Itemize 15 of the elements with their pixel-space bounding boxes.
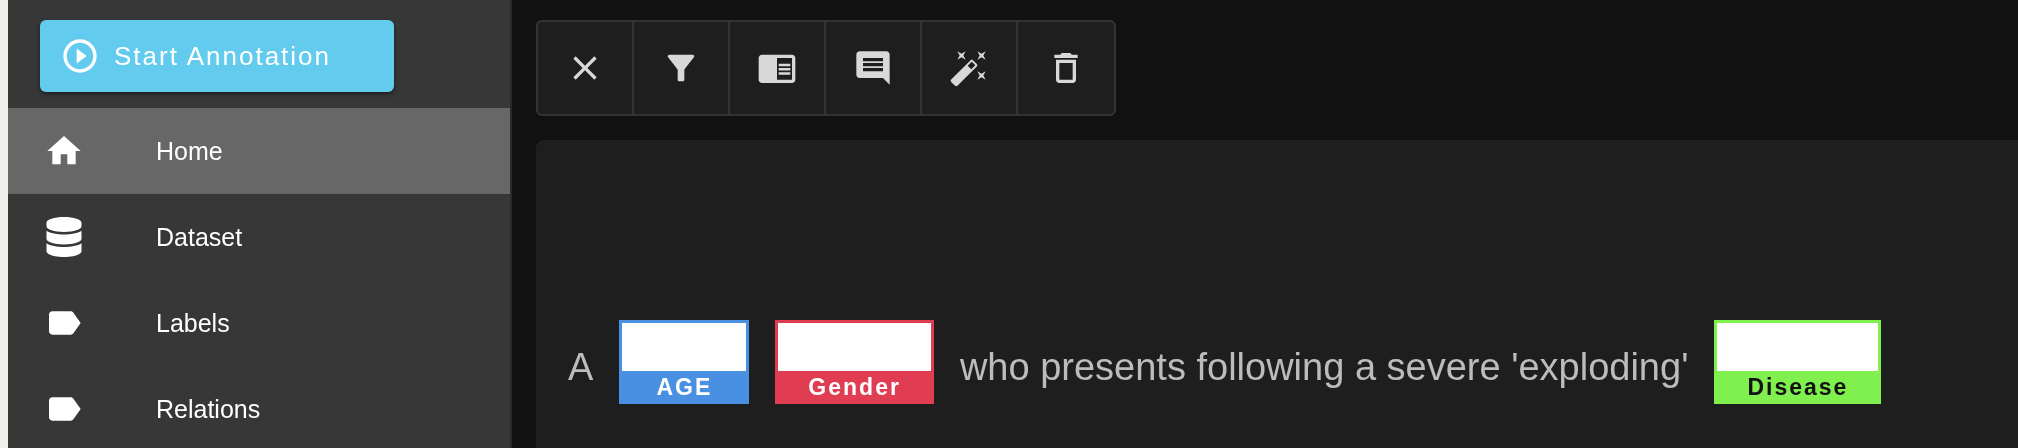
entity-tag[interactable]: Disease (1714, 320, 1882, 404)
sidebar-item-label: Home (156, 136, 223, 166)
document-text: A (568, 345, 594, 390)
sidebar-item[interactable]: Home (8, 108, 510, 194)
sidebar-item[interactable]: Labels (8, 280, 510, 366)
sidebar-item[interactable]: Dataset (8, 194, 510, 280)
magic-wand-icon (949, 48, 989, 88)
document-text: who presents following a severe 'exploding' (959, 345, 1689, 390)
entity-tag[interactable]: Gender (775, 320, 934, 404)
database-icon (44, 217, 84, 257)
sidebar-item-label: Labels (156, 308, 230, 338)
play-icon (60, 36, 100, 76)
sidebar-item[interactable]: Relations (8, 366, 510, 448)
sidebar-item-label: Dataset (156, 222, 243, 252)
sidebar-item-label: Relations (156, 394, 261, 424)
